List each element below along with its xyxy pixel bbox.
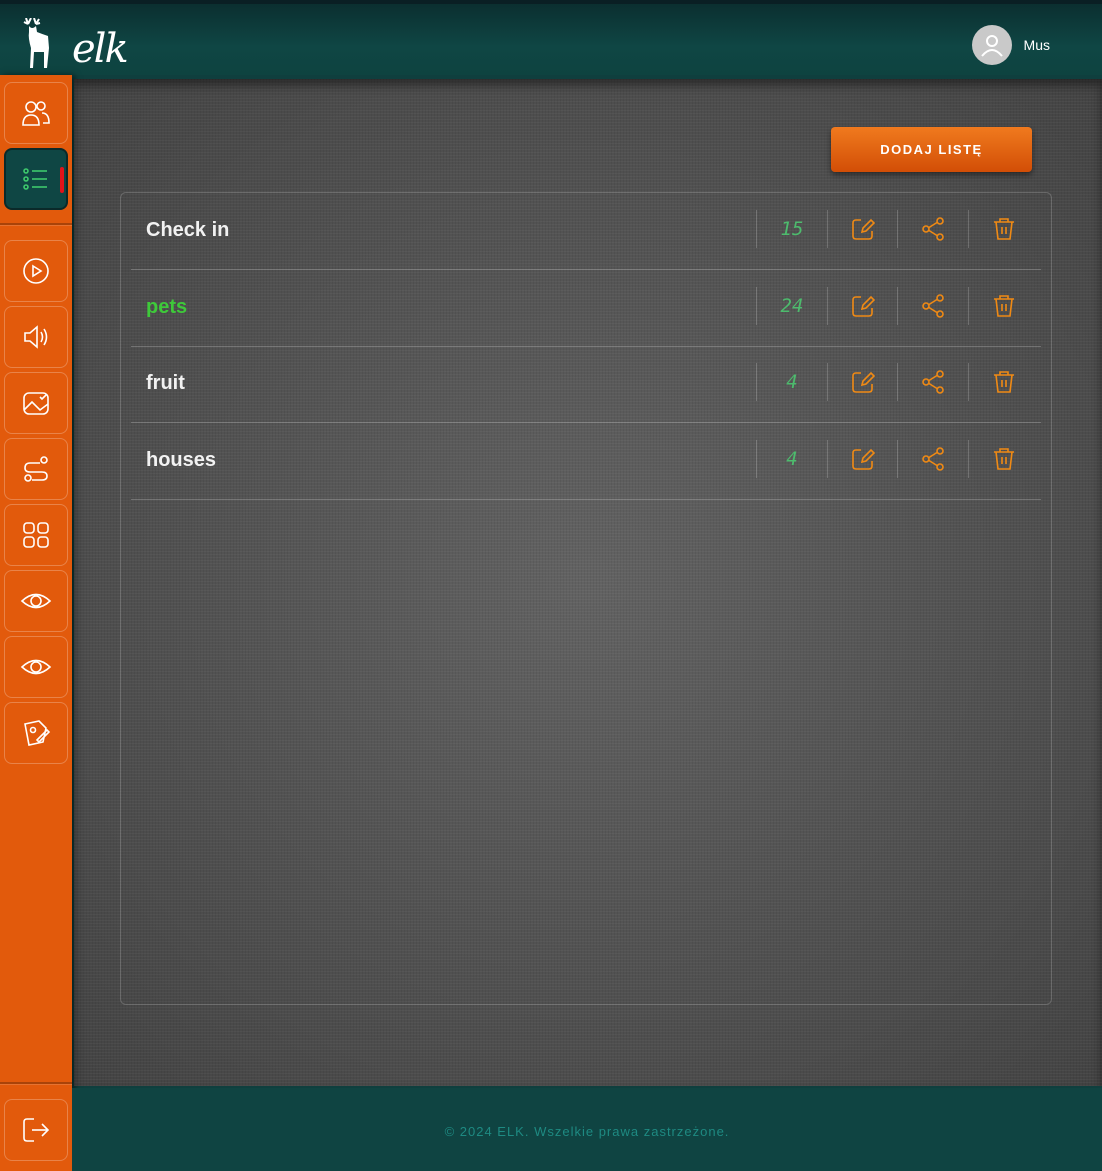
elk-icon (23, 18, 49, 68)
elk-logo[interactable]: elk (22, 16, 129, 72)
sidebar-item-audio[interactable] (4, 306, 68, 368)
share-button[interactable] (897, 363, 968, 401)
word-count: 15 (780, 218, 804, 240)
footer: © 2024 ELK. Wszelkie prawa zastrzeżone. (72, 1088, 1102, 1171)
sidebar-item-route[interactable] (4, 438, 68, 500)
sidebar-divider (0, 223, 72, 225)
route-icon (24, 456, 48, 482)
grid-icon (23, 522, 49, 548)
sidebar-divider (0, 1082, 72, 1084)
share-icon (922, 217, 944, 241)
sidebar-item-view-1[interactable] (4, 570, 68, 632)
logout-button[interactable] (4, 1099, 68, 1161)
eye-icon (20, 659, 52, 675)
avatar[interactable] (971, 25, 1012, 65)
list-row[interactable]: fruit 4 (131, 346, 1041, 423)
eye-icon (20, 593, 52, 609)
top-header: elk Mus (0, 0, 1102, 75)
sidebar (0, 75, 72, 1171)
sidebar-item-lists[interactable] (4, 148, 68, 210)
user-menu[interactable]: Mus (971, 25, 1050, 65)
delete-button[interactable] (968, 363, 1039, 401)
list-row[interactable]: Check in 15 (131, 193, 1041, 270)
word-count-cell: 4 (756, 363, 827, 401)
share-button[interactable] (897, 439, 968, 478)
lists-panel: Check in 15 pets 24 fruit 4 houses 4 (120, 192, 1052, 1005)
share-icon (922, 293, 944, 318)
edit-button[interactable] (827, 439, 898, 478)
word-count-cell: 4 (756, 439, 827, 478)
edit-button[interactable] (827, 363, 898, 401)
share-icon (922, 446, 944, 471)
delete-button[interactable] (968, 210, 1039, 248)
list-icon (23, 168, 47, 190)
sidebar-item-grid[interactable] (4, 504, 68, 566)
play-icon (23, 258, 49, 284)
pen-icon (24, 720, 51, 746)
sidebar-item-users[interactable] (4, 82, 68, 144)
edit-icon (852, 448, 876, 470)
main-content: DODAJ LISTĘ Check in 15 pets 24 fruit 4 houses… (74, 79, 1102, 1086)
list-row[interactable]: houses 4 (131, 423, 1041, 500)
delete-button[interactable] (968, 286, 1039, 325)
share-button[interactable] (897, 286, 968, 325)
image-check-icon (23, 392, 49, 415)
trash-icon (994, 447, 1014, 470)
word-count-cell: 15 (756, 210, 827, 248)
list-name[interactable]: Check in (146, 219, 229, 242)
share-button[interactable] (897, 210, 968, 248)
word-count-cell: 24 (756, 286, 827, 325)
share-icon (922, 370, 944, 394)
trash-icon (994, 371, 1014, 393)
logout-icon (23, 1118, 50, 1142)
edit-button[interactable] (827, 286, 898, 325)
username: Mus (1023, 37, 1050, 53)
users-icon (22, 101, 50, 126)
trash-icon (994, 294, 1014, 317)
trash-icon (994, 218, 1014, 240)
delete-button[interactable] (968, 439, 1039, 478)
list-row[interactable]: pets 24 (131, 270, 1041, 347)
word-count: 24 (780, 294, 804, 317)
active-marker (60, 167, 64, 193)
edit-icon (852, 371, 876, 393)
sidebar-item-play[interactable] (4, 240, 68, 302)
sidebar-item-view-2[interactable] (4, 636, 68, 698)
list-name[interactable]: houses (146, 449, 216, 472)
user-icon (980, 35, 1003, 57)
edit-button[interactable] (827, 210, 898, 248)
list-name[interactable]: fruit (146, 372, 185, 395)
word-count: 4 (786, 447, 798, 470)
copyright-text: © 2024 ELK. Wszelkie prawa zastrzeżone. (444, 1124, 730, 1139)
word-count: 4 (786, 371, 798, 393)
sidebar-item-edit[interactable] (4, 702, 68, 764)
edit-icon (852, 218, 876, 240)
sidebar-item-images[interactable] (4, 372, 68, 434)
edit-icon (852, 295, 876, 317)
logo-text: elk (72, 26, 129, 72)
list-name[interactable]: pets (146, 296, 187, 319)
add-list-button[interactable]: DODAJ LISTĘ (831, 127, 1032, 172)
speaker-icon (24, 325, 48, 349)
